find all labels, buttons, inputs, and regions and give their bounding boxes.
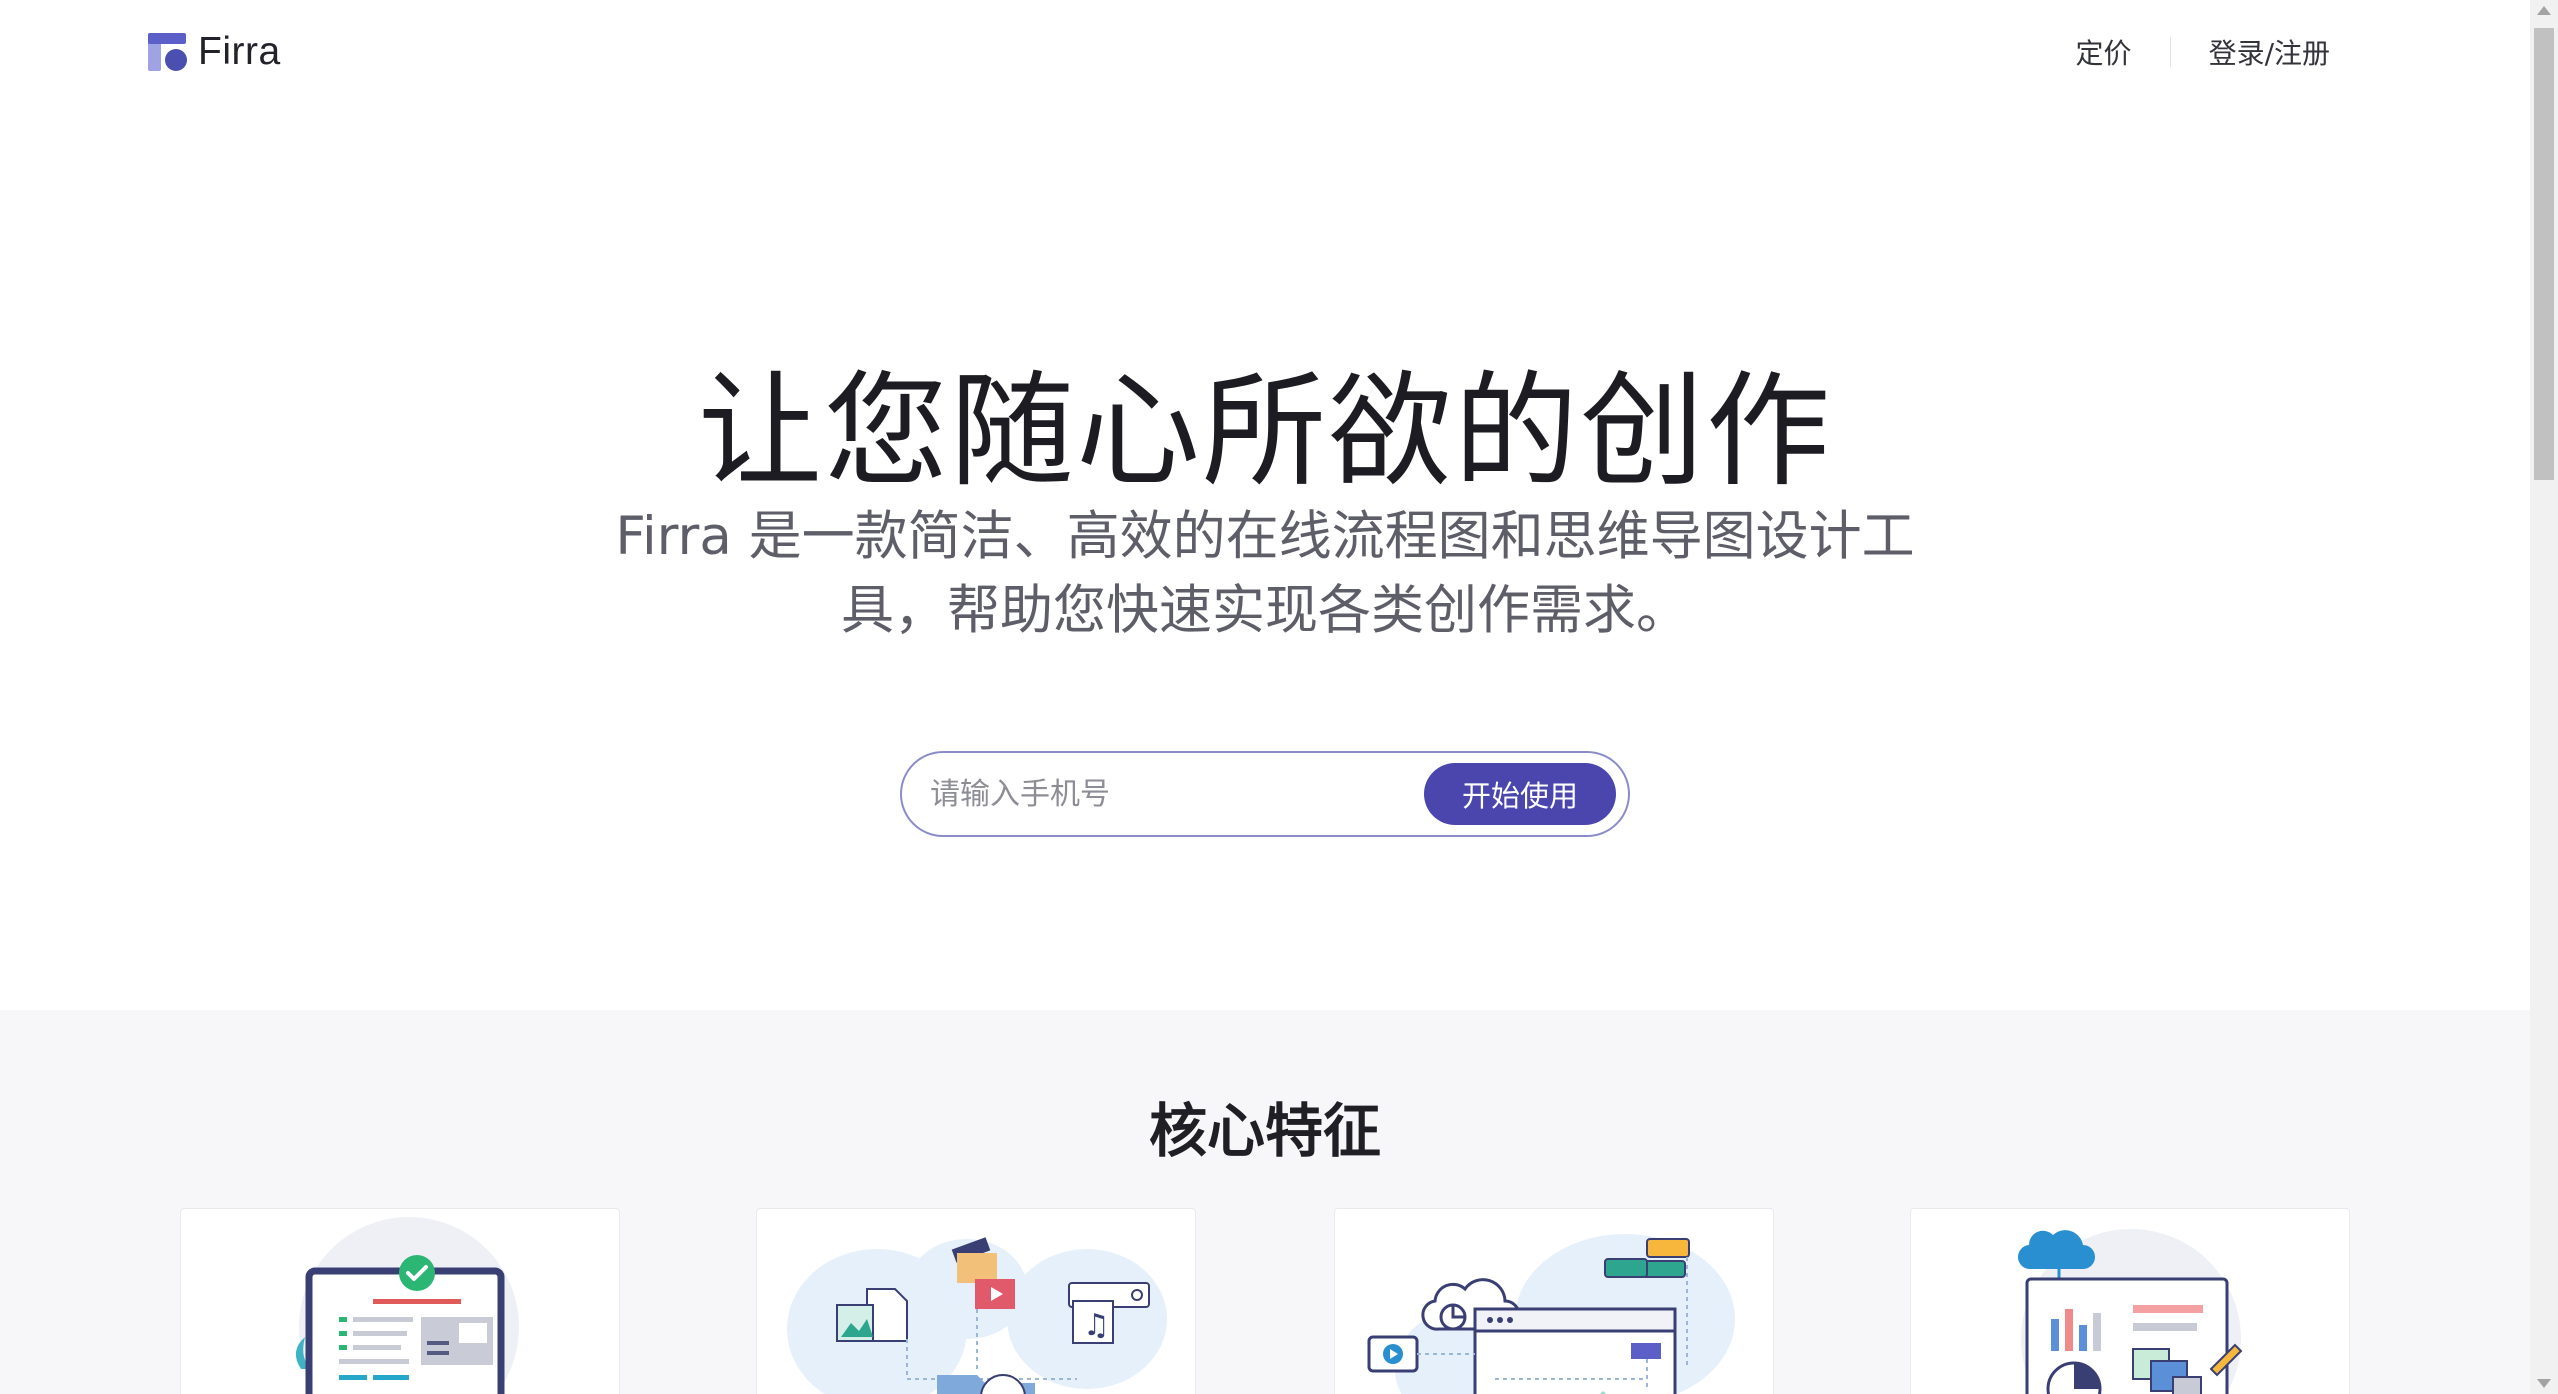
features-section: 核心特征 ♫	[0, 1010, 2530, 1394]
media-files-illustration-icon: ♫	[787, 1237, 1167, 1394]
scroll-up-arrow-icon[interactable]	[2537, 6, 2551, 15]
svg-text:♫: ♫	[1083, 1308, 1110, 1343]
hero-subtitle-line-1: Firra 是一款简洁、高效的在线流程图和思维导图设计工	[615, 506, 1915, 567]
top-header: Firra 定价 登录/注册	[0, 0, 2530, 108]
feature-card-3[interactable]	[1334, 1208, 1774, 1394]
scrollbar-thumb[interactable]	[2534, 28, 2554, 480]
start-button[interactable]: 开始使用	[1424, 763, 1616, 825]
device-checklist-illustration-icon	[295, 1217, 519, 1394]
hero-title: 让您随心所欲的创作	[697, 360, 1832, 504]
hero-section: 让您随心所欲的创作 Firra 是一款简洁、高效的在线流程图和思维导图设计工 具…	[0, 108, 2530, 1010]
signup-form: 开始使用	[900, 751, 1630, 837]
top-nav: 定价 登录/注册	[2076, 32, 2330, 72]
feature-card-1[interactable]	[180, 1208, 620, 1394]
scroll-down-arrow-icon[interactable]	[2537, 1379, 2551, 1388]
nav-divider	[2169, 37, 2171, 67]
cloud-flowchart-illustration-icon	[1367, 1234, 1735, 1394]
hero-subtitle-line-2: 具，帮助您快速实现各类创作需求。	[841, 580, 1689, 641]
feature-card-2[interactable]: ♫	[756, 1208, 1196, 1394]
hero-subtitle: Firra 是一款简洁、高效的在线流程图和思维导图设计工 具，帮助您快速实现各类…	[560, 500, 1970, 648]
features-title: 核心特征	[1148, 1097, 1381, 1165]
nav-login-link[interactable]: 登录/注册	[2209, 32, 2330, 72]
phone-input[interactable]	[930, 769, 1410, 819]
cloud-analytics-illustration-icon	[2017, 1229, 2243, 1394]
feature-card-4[interactable]	[1910, 1208, 2350, 1394]
vertical-scrollbar[interactable]	[2530, 0, 2558, 1394]
firra-logo-icon	[148, 31, 188, 73]
logo-text: Firra	[198, 30, 281, 73]
nav-pricing-link[interactable]: 定价	[2076, 32, 2132, 72]
logo-link[interactable]: Firra	[148, 30, 281, 74]
